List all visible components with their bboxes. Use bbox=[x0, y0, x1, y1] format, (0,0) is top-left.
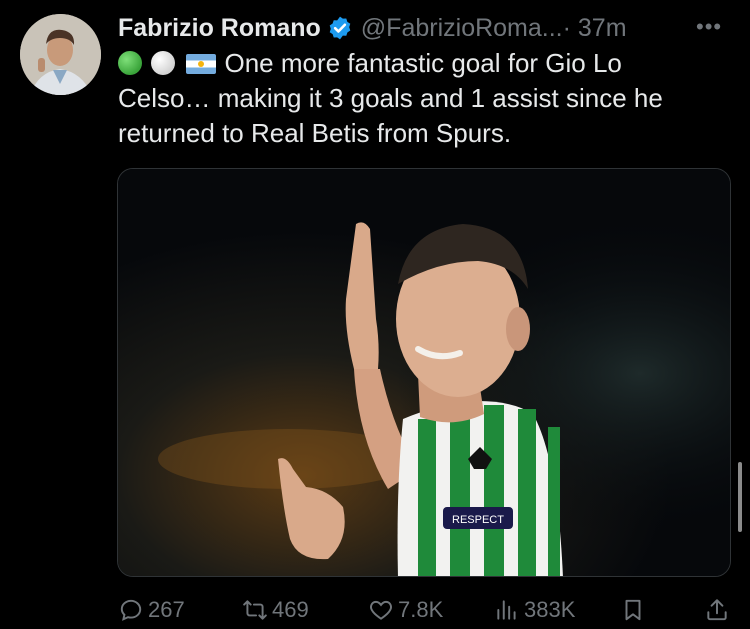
white-circle-icon bbox=[151, 51, 176, 75]
player-celebration-image: RESPECT bbox=[118, 169, 730, 576]
like-count: 7.8K bbox=[398, 597, 444, 622]
reply-button[interactable]: 267 bbox=[118, 594, 185, 626]
respect-patch-text: RESPECT bbox=[452, 514, 504, 526]
tweet-actions: 267 469 7.8K 383K bbox=[0, 594, 750, 626]
share-icon bbox=[707, 599, 727, 621]
bookmark-icon bbox=[625, 599, 641, 621]
bookmark-button[interactable] bbox=[620, 594, 650, 626]
like-button[interactable]: 7.8K bbox=[368, 594, 443, 626]
tweet-header: Fabrizio Romano @FabrizioRoma... · 37m bbox=[118, 10, 627, 46]
avatar-photo bbox=[20, 14, 101, 95]
tweet-timestamp[interactable]: · 37m bbox=[563, 14, 627, 43]
author-handle[interactable]: @FabrizioRoma... bbox=[361, 14, 563, 43]
retweet-icon bbox=[243, 600, 267, 620]
more-options-icon[interactable]: ••• bbox=[696, 14, 722, 40]
share-button[interactable] bbox=[704, 594, 734, 626]
tweet-photo[interactable]: RESPECT bbox=[117, 168, 731, 577]
reply-icon bbox=[120, 599, 142, 621]
author-avatar[interactable] bbox=[20, 14, 101, 95]
author-name[interactable]: Fabrizio Romano bbox=[118, 14, 321, 43]
retweet-button[interactable]: 469 bbox=[242, 594, 309, 626]
scrollbar[interactable] bbox=[738, 462, 742, 532]
green-circle-icon bbox=[118, 51, 142, 75]
views-button[interactable]: 383K bbox=[494, 594, 575, 626]
argentina-flag-icon bbox=[186, 54, 217, 74]
heart-icon bbox=[370, 600, 392, 620]
views-chart-icon bbox=[497, 600, 516, 620]
tweet-text: One more fantastic goal for Gio Lo Celso… bbox=[118, 46, 718, 151]
retweet-count: 469 bbox=[272, 597, 309, 622]
reply-count: 267 bbox=[148, 597, 185, 622]
verified-badge-icon bbox=[329, 16, 351, 40]
views-count: 383K bbox=[524, 597, 576, 622]
